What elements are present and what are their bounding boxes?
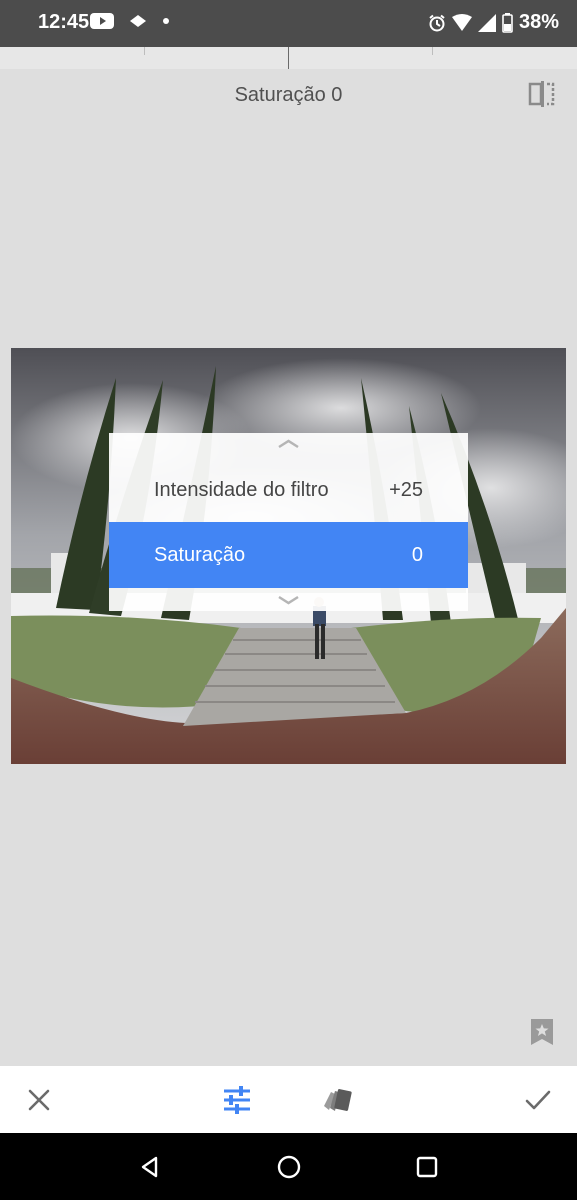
battery-percent: 38%: [518, 11, 559, 33]
menu-item-saturation[interactable]: Saturação 0: [109, 522, 468, 588]
home-icon[interactable]: [276, 1154, 302, 1180]
menu-item-value: +25: [389, 478, 423, 501]
checkmark-icon[interactable]: [522, 1084, 554, 1116]
chevron-down-icon[interactable]: [109, 592, 468, 608]
back-icon[interactable]: [137, 1154, 163, 1180]
bottom-toolbar: [0, 1066, 577, 1133]
adjust-parameter-menu: Intensidade do filtro +25 Saturação 0: [109, 433, 468, 611]
cloud-icon: [130, 15, 146, 27]
tune-sliders-icon[interactable]: [221, 1084, 253, 1116]
value-ruler[interactable]: [0, 47, 577, 69]
alarm-icon: [429, 14, 445, 31]
status-bar: 12:45 38%: [0, 0, 577, 47]
youtube-icon: [90, 13, 114, 29]
ruler-indicator: [288, 47, 289, 69]
signal-icon: [477, 13, 496, 32]
status-time: 12:45: [38, 11, 90, 33]
menu-item-label: Saturação: [154, 543, 246, 566]
wifi-icon: [451, 13, 472, 31]
battery-icon: [502, 12, 513, 33]
menu-item-filter-strength[interactable]: Intensidade do filtro +25: [109, 457, 468, 523]
styles-cards-icon[interactable]: [322, 1084, 354, 1116]
close-icon[interactable]: [23, 1084, 55, 1116]
system-nav-bar: [0, 1133, 577, 1200]
ruler-tick: [432, 47, 433, 55]
status-left-icons: [90, 12, 170, 30]
menu-item-value: 0: [411, 543, 423, 566]
ruler-tick: [144, 47, 145, 55]
recents-icon[interactable]: [414, 1154, 440, 1180]
compare-split-icon[interactable]: [527, 80, 557, 108]
menu-item-label: Intensidade do filtro: [154, 478, 329, 501]
status-right-icons: 38%: [428, 11, 559, 34]
adjustment-title: Saturação 0: [234, 84, 343, 106]
chevron-up-icon[interactable]: [109, 436, 468, 452]
bookmark-star-icon[interactable]: [531, 1019, 553, 1045]
dot-icon: [163, 18, 169, 24]
